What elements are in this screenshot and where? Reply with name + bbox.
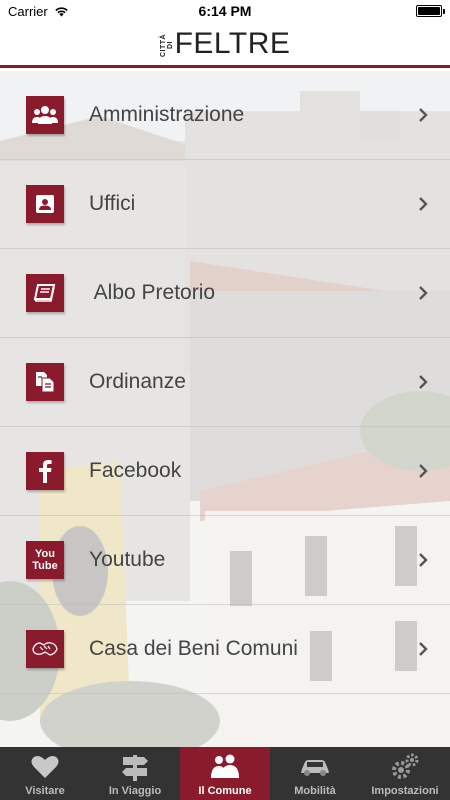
menu-item-ordinanze[interactable]: Ordinanze	[0, 338, 450, 427]
menu-item-label: Amministrazione	[89, 103, 245, 126]
group-icon	[26, 96, 64, 134]
menu-item-label: Uffici	[89, 192, 136, 215]
chevron-right-icon	[416, 372, 430, 392]
youtube-icon-text-bottom: Tube	[32, 560, 58, 572]
people-icon	[210, 751, 240, 783]
tab-label: Visitare	[25, 785, 65, 797]
wifi-icon	[55, 6, 68, 16]
heart-icon	[31, 751, 59, 783]
menu-item-label: Facebook	[89, 459, 182, 482]
logo-big-text: FELTRE	[174, 26, 291, 60]
book-icon	[26, 274, 64, 312]
tab-mobilita[interactable]: Mobilità	[270, 747, 360, 800]
menu-item-amministrazione[interactable]: Amministrazione	[0, 71, 450, 160]
feltre-logo: CITTÀ DI FELTRE	[159, 26, 291, 60]
menu-item-label: Casa dei Beni Comuni	[89, 637, 298, 660]
carrier-label: Carrier	[8, 3, 48, 19]
tab-in-viaggio[interactable]: In Viaggio	[90, 747, 180, 800]
chevron-right-icon	[416, 550, 430, 570]
menu-item-casa-beni-comuni[interactable]: Casa dei Beni Comuni	[0, 605, 450, 694]
chevron-right-icon	[416, 283, 430, 303]
car-icon	[299, 751, 331, 783]
logo-small-text: CITTÀ DI	[159, 32, 174, 57]
chevron-right-icon	[416, 105, 430, 125]
contact-card-icon	[26, 185, 64, 223]
tab-label: In Viaggio	[108, 785, 162, 797]
menu-item-label: Albo Pretorio	[89, 281, 216, 304]
tab-label: Mobilità	[294, 785, 336, 797]
menu-item-label: Youtube	[89, 548, 166, 571]
hands-icon	[26, 630, 64, 668]
menu-item-albo-pretorio[interactable]: Albo Pretorio	[0, 249, 450, 338]
main-menu: Amministrazione Uffici Albo Pretorio Ord…	[0, 71, 450, 694]
signpost-icon	[120, 751, 150, 783]
tab-label: Il Comune	[198, 785, 252, 797]
tab-label: Impostazioni	[371, 785, 439, 797]
menu-item-facebook[interactable]: Facebook	[0, 427, 450, 516]
facebook-icon	[26, 452, 64, 490]
menu-item-youtube[interactable]: You Tube Youtube	[0, 516, 450, 605]
menu-item-uffici[interactable]: Uffici	[0, 160, 450, 249]
tab-impostazioni[interactable]: Impostazioni	[360, 747, 450, 800]
youtube-icon-text-top: You	[35, 548, 55, 560]
app-header: CITTÀ DI FELTRE	[0, 22, 450, 68]
chevron-right-icon	[416, 194, 430, 214]
chevron-right-icon	[416, 639, 430, 659]
status-left: Carrier	[8, 4, 69, 19]
menu-item-label: Ordinanze	[89, 370, 186, 393]
status-bar: Carrier 6:14 PM	[0, 0, 450, 22]
tab-bar: Visitare In Viaggio Il Comune Mobilità I…	[0, 747, 450, 800]
chevron-right-icon	[416, 461, 430, 481]
youtube-icon: You Tube	[26, 541, 64, 579]
gears-icon	[390, 751, 420, 783]
battery-icon	[416, 5, 445, 17]
tab-visitare[interactable]: Visitare	[0, 747, 90, 800]
documents-icon	[26, 363, 64, 401]
tab-il-comune[interactable]: Il Comune	[180, 747, 270, 800]
